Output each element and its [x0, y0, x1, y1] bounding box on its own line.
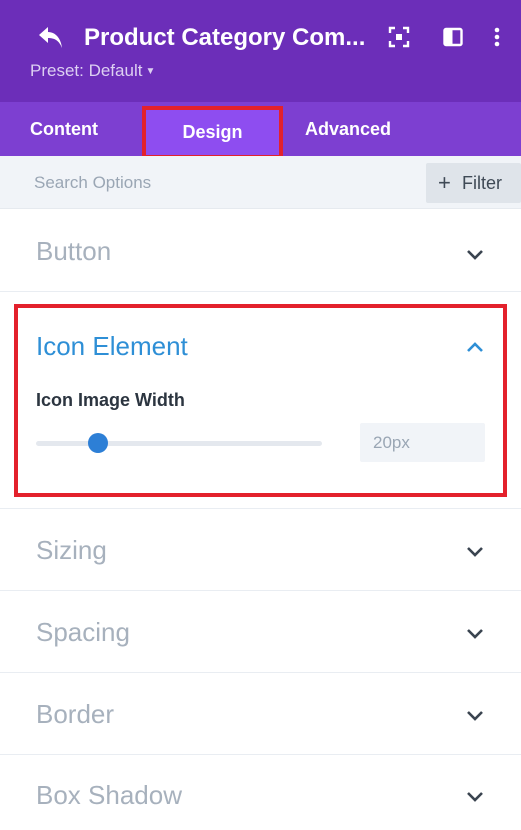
icon-width-value-input[interactable] [360, 423, 485, 462]
focus-icon[interactable] [388, 26, 410, 48]
section-label: Sizing [36, 535, 107, 565]
tab-design[interactable]: Design [142, 106, 283, 159]
section-label: Border [36, 699, 115, 729]
section-icon-element[interactable]: Icon Element [36, 330, 188, 362]
chevron-down-icon [467, 547, 483, 557]
preset-dropdown[interactable]: Preset: Default ▼ [30, 60, 155, 83]
search-input[interactable] [34, 168, 414, 198]
chevron-down-icon [467, 250, 483, 260]
section-box-shadow[interactable]: Box Shadow [0, 755, 521, 830]
chevron-up-icon[interactable] [466, 341, 484, 353]
plus-icon: + [438, 170, 451, 195]
section-label: Box Shadow [36, 780, 182, 810]
caret-down-icon: ▼ [145, 66, 156, 77]
module-title: Product Category Com... [84, 24, 366, 51]
icon-width-slider-handle[interactable] [88, 433, 108, 453]
section-button[interactable]: Button [0, 209, 521, 292]
more-vert-icon[interactable] [486, 26, 508, 48]
preset-label: Preset: Default [30, 61, 143, 80]
section-label: Button [36, 236, 112, 266]
section-label: Spacing [36, 617, 130, 647]
split-view-icon[interactable] [442, 26, 464, 48]
icon-width-slider-track[interactable] [36, 441, 322, 446]
modal-header: Product Category Com... Preset: Default ▼ [0, 0, 521, 102]
filter-label: Filter [462, 173, 502, 193]
tab-content[interactable]: Content [30, 102, 98, 156]
chevron-down-icon [467, 629, 483, 639]
section-spacing[interactable]: Spacing [0, 591, 521, 673]
back-arrow-icon[interactable] [36, 24, 66, 52]
tab-advanced[interactable]: Advanced [305, 102, 391, 156]
filter-button[interactable]: + Filter [426, 163, 521, 203]
section-sizing[interactable]: Sizing [0, 509, 521, 591]
section-border[interactable]: Border [0, 673, 521, 755]
icon-image-width-label: Icon Image Width [36, 390, 185, 410]
chevron-down-icon [467, 792, 483, 802]
chevron-down-icon [467, 711, 483, 721]
